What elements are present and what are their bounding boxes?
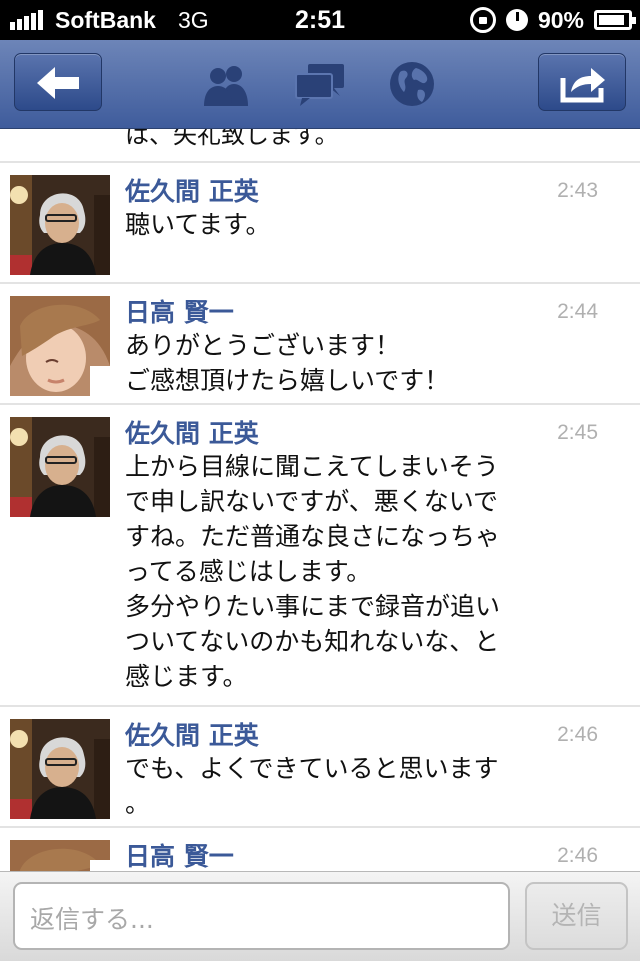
rotation-lock-icon [469,7,496,33]
sender-photo [10,296,110,396]
globe-icon[interactable] [388,60,436,108]
avatar[interactable] [10,719,110,819]
sender-photo [10,840,110,871]
reply-input[interactable]: 返信する... [13,882,510,950]
message-list[interactable]: は、失礼致します。 佐久間 正英 2:43 聴いてます。 日高 賢一 2:44 … [0,129,640,871]
friends-icon[interactable] [198,62,256,108]
avatar[interactable] [10,417,110,517]
message-item[interactable]: 日高 賢一 2:44 ありがとうございます！ ご感想頂けたら嬉しいです！ [0,284,640,405]
clipped-message-text: は、失礼致します。 [125,129,339,149]
message-time: 2:46 [557,844,598,867]
send-button[interactable]: 送信 [525,882,628,950]
message-text: 聴いてます。 [125,210,271,239]
message-text: でも、よくできていると思います 。 [125,754,499,818]
message-item[interactable]: 佐久間 正英 2:46 でも、よくできていると思います 。 [0,707,640,828]
message-text: 上から目線に聞こえてしまいそう で申し訳ないですが、悪くないで すね。ただ普通な… [125,452,501,691]
sender-photo [10,719,110,819]
share-icon [560,68,605,103]
status-bar: SoftBank 3G 2:51 90% [0,0,640,40]
alarm-icon [505,9,528,31]
share-button[interactable] [538,53,626,111]
message-time: 2:45 [557,421,598,444]
clipped-message: は、失礼致します。 [0,129,640,163]
reply-bar: 返信する... 送信 [0,871,640,961]
messages-icon[interactable] [294,62,346,108]
back-button[interactable] [14,53,102,111]
avatar[interactable] [10,840,110,871]
avatar[interactable] [10,296,110,396]
navigation-bar [0,40,640,129]
message-time: 2:43 [557,179,598,202]
message-item[interactable]: 佐久間 正英 2:43 聴いてます。 [0,163,640,284]
sender-photo [10,417,110,517]
status-right: 90% [469,6,636,34]
message-item[interactable]: 佐久間 正英 2:45 上から目線に聞こえてしまいそう で申し訳ないですが、悪く… [0,405,640,707]
message-item[interactable]: 日高 賢一 2:46 [0,828,640,871]
message-time: 2:44 [557,300,598,323]
message-time: 2:46 [557,723,598,746]
avatar[interactable] [10,175,110,275]
message-text: ありがとうございます！ ご感想頂けたら嬉しいです！ [125,331,450,395]
battery-icon [594,10,636,30]
back-arrow-icon [37,67,79,99]
sender-photo [10,175,110,275]
battery-percent: 90% [537,6,584,33]
